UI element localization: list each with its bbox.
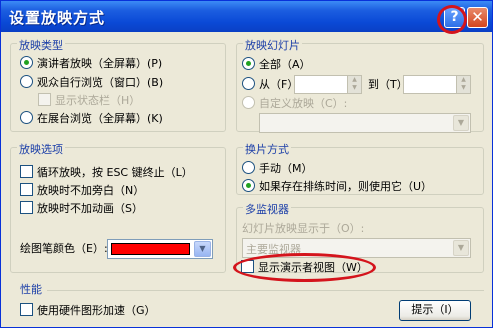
radio-icon[interactable] xyxy=(20,75,33,88)
hardware-accel-option[interactable]: 使用硬件图形加速（G） xyxy=(20,303,156,319)
close-button[interactable]: ✕ xyxy=(467,7,488,28)
show-scrollbar-option: 显示状态栏（H） xyxy=(38,93,140,109)
radio-icon[interactable] xyxy=(242,77,255,90)
checkbox-icon[interactable] xyxy=(20,183,33,196)
checkbox-icon[interactable] xyxy=(20,303,33,316)
slides-all-option[interactable]: 全部（A） xyxy=(242,57,311,73)
show-type-legend: 放映类型 xyxy=(17,37,65,53)
chevron-down-icon: ▼ xyxy=(453,115,469,131)
show-options-legend: 放映选项 xyxy=(17,141,65,157)
radio-icon[interactable] xyxy=(242,161,255,174)
no-narration-option[interactable]: 放映时不加旁白（N） xyxy=(20,183,144,199)
spinner-arrows[interactable]: ▲ ▼ xyxy=(347,76,361,93)
tips-button[interactable]: 提示（I） xyxy=(399,300,471,321)
dialog-title: 设置放映方式 xyxy=(9,9,106,27)
no-animation-option[interactable]: 放映时不加动画（S） xyxy=(20,201,143,217)
advance-timings-option[interactable]: 如果存在排练时间，则使用它（U） xyxy=(242,179,432,195)
pen-color-picker[interactable]: ▼ xyxy=(107,239,213,259)
to-slide-spinner[interactable]: ▲ ▼ xyxy=(403,75,471,94)
advance-legend: 换片方式 xyxy=(243,141,291,157)
dialog-window: 设置放映方式 ? ✕ 放映类型 演讲者放映（全屏幕）(P) 观众自行浏览（窗口）… xyxy=(0,0,493,328)
from-slide-spinner[interactable]: ▲ ▼ xyxy=(294,75,362,94)
display-on-label: 幻灯片放映显示于（O）: xyxy=(242,222,365,235)
show-slides-legend: 放映幻灯片 xyxy=(243,37,302,53)
show-type-window[interactable]: 观众自行浏览（窗口）(B) xyxy=(20,75,163,91)
radio-icon[interactable] xyxy=(20,56,33,69)
spinner-arrows[interactable]: ▲ ▼ xyxy=(456,76,470,93)
chevron-down-icon[interactable]: ▼ xyxy=(194,241,211,257)
radio-icon[interactable] xyxy=(242,57,255,70)
loop-option[interactable]: 循环放映，按 ESC 键终止（L） xyxy=(20,165,193,181)
custom-show-select: ▼ xyxy=(259,113,471,133)
show-type-kiosk[interactable]: 在展台浏览（全屏幕）(K) xyxy=(20,111,163,127)
radio-icon xyxy=(242,96,255,109)
slides-custom-option: 自定义放映（C）: xyxy=(242,96,347,112)
performance-legend: 性能 xyxy=(20,283,42,296)
advance-manual-option[interactable]: 手动（M） xyxy=(242,161,313,177)
chevron-down-icon: ▼ xyxy=(453,240,469,256)
radio-icon[interactable] xyxy=(242,179,255,192)
title-bar[interactable]: 设置放映方式 ? ✕ xyxy=(1,1,492,34)
checkbox-icon[interactable] xyxy=(20,165,33,178)
pen-color-label: 绘图笔颜色（E）: xyxy=(20,242,108,255)
checkbox-icon[interactable] xyxy=(20,201,33,214)
radio-icon[interactable] xyxy=(20,111,33,124)
checkbox-icon xyxy=(38,93,51,106)
show-type-presenter[interactable]: 演讲者放映（全屏幕）(P) xyxy=(20,56,162,72)
multi-monitor-legend: 多监视器 xyxy=(243,201,291,217)
pen-color-swatch xyxy=(111,243,190,255)
presenter-view-highlight-circle xyxy=(233,253,376,282)
performance-divider xyxy=(47,290,484,291)
help-highlight-circle xyxy=(437,5,467,34)
